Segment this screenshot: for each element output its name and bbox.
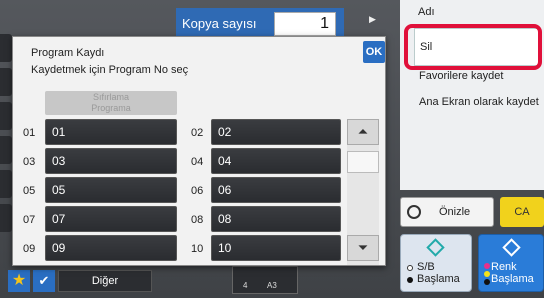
bw-dot-icon xyxy=(407,265,413,271)
slot-number: 10 xyxy=(191,243,204,255)
tray-size: A3 xyxy=(267,281,277,290)
preview-label: Önizle xyxy=(439,206,471,218)
ca-button[interactable]: CA xyxy=(500,197,544,227)
color-start-label: Renk Başlama xyxy=(491,261,534,285)
program-slot-button[interactable]: 04 xyxy=(211,148,341,174)
scroll-up-icon[interactable]: ⏶ xyxy=(347,119,379,145)
left-tab[interactable] xyxy=(0,102,12,130)
scrollbar-thumb[interactable] xyxy=(347,151,379,173)
paper-tray-indicator[interactable]: 4 A3 xyxy=(232,266,298,294)
left-tab[interactable] xyxy=(0,136,12,164)
add-favorites-button[interactable]: Favorilere kaydet xyxy=(414,68,540,94)
program-slot-button[interactable]: 05 xyxy=(45,177,177,203)
right-panel-title: Adı xyxy=(418,6,435,18)
slot-number: 05 xyxy=(23,185,36,197)
scroll-down-icon[interactable]: ⏷ xyxy=(347,235,379,261)
program-slot-button[interactable]: 10 xyxy=(211,235,341,261)
preview-button[interactable]: Önizle xyxy=(400,197,494,227)
tray-number: 4 xyxy=(243,281,248,290)
slot-number: 02 xyxy=(191,127,204,139)
start-icon xyxy=(502,238,521,257)
slot-number: 09 xyxy=(23,243,36,255)
slot-number: 06 xyxy=(191,185,204,197)
set-home-screen-button[interactable]: Ana Ekran olarak kaydet xyxy=(414,96,540,110)
check-icon[interactable]: ✔ xyxy=(33,270,55,292)
slot-number: 01 xyxy=(23,127,36,139)
slot-number: 07 xyxy=(23,214,36,226)
highlight-frame xyxy=(404,24,542,70)
start-icon xyxy=(426,238,445,257)
program-slot-button[interactable]: 01 xyxy=(45,119,177,145)
reset-program-button[interactable]: Sıfırlama Programa xyxy=(45,91,177,115)
slot-number: 04 xyxy=(191,156,204,168)
star-icon[interactable]: ★ xyxy=(8,270,30,292)
program-slot-button[interactable]: 08 xyxy=(211,206,341,232)
color-dot-icon xyxy=(484,271,490,277)
slot-number: 08 xyxy=(191,214,204,226)
left-tab[interactable] xyxy=(0,170,12,198)
copy-count-label: Kopya sayısı xyxy=(182,15,257,31)
dialog-subtitle: Kaydetmek için Program No seç xyxy=(31,64,189,76)
program-slot-button[interactable]: 03 xyxy=(45,148,177,174)
left-tab[interactable] xyxy=(0,68,12,96)
program-registration-dialog: Program Kaydı Kaydetmek için Program No … xyxy=(12,36,386,266)
program-slot-button[interactable]: 02 xyxy=(211,119,341,145)
program-slot-button[interactable]: 07 xyxy=(45,206,177,232)
bw-start-label: S/B Başlama xyxy=(417,261,460,285)
program-slot-button[interactable]: 06 xyxy=(211,177,341,203)
color-dot-icon xyxy=(484,263,490,269)
play-icon[interactable]: ▶ xyxy=(369,14,376,25)
program-slot-button[interactable]: 09 xyxy=(45,235,177,261)
color-start-button[interactable]: Renk Başlama xyxy=(478,234,544,292)
dialog-title: Program Kaydı xyxy=(31,47,105,59)
left-tab[interactable] xyxy=(0,204,12,232)
color-dot-icon xyxy=(484,279,490,285)
other-button[interactable]: Diğer xyxy=(58,270,152,292)
bw-start-button[interactable]: S/B Başlama xyxy=(400,234,472,292)
slot-number: 03 xyxy=(23,156,36,168)
left-tab[interactable] xyxy=(0,34,12,62)
copy-count-bar: Kopya sayısı 1 xyxy=(176,8,344,38)
bw-dot-icon xyxy=(407,277,413,283)
ok-button[interactable]: OK xyxy=(363,41,385,63)
left-tab-strip xyxy=(0,34,12,264)
copy-count-field[interactable]: 1 xyxy=(274,12,336,36)
preview-icon xyxy=(407,205,421,219)
